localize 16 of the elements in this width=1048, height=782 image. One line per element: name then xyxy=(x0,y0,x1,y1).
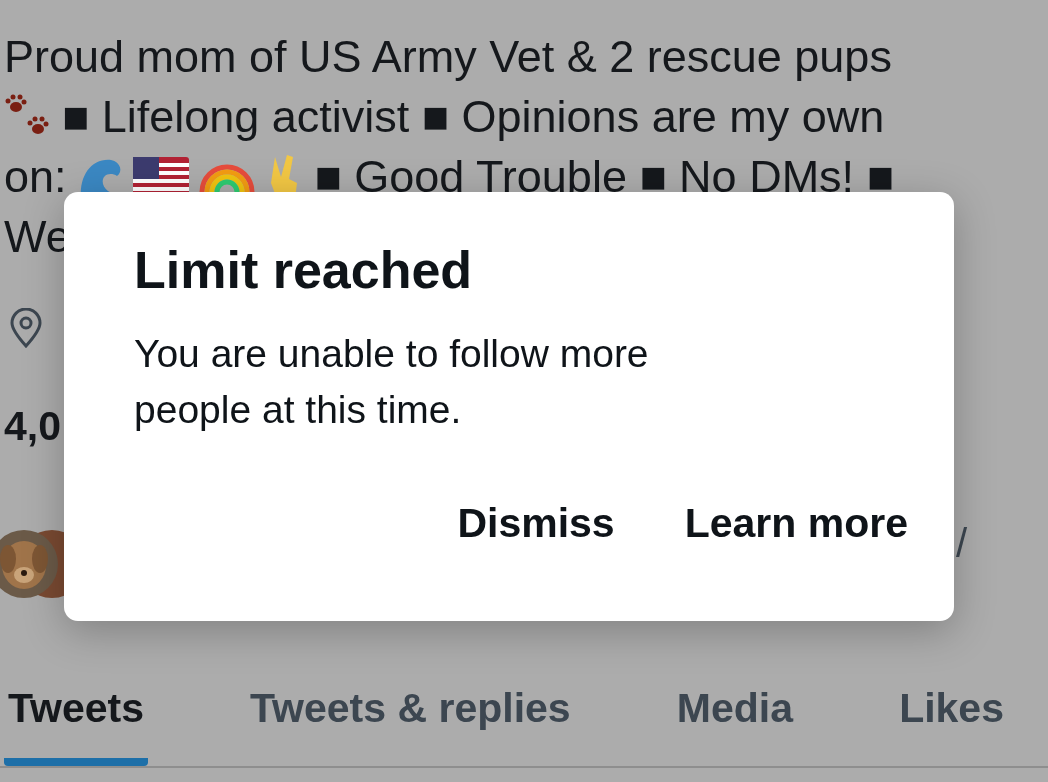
profile-tab[interactable]: Likes xyxy=(895,671,1008,766)
dialog-message: You are unable to follow more people at this time. xyxy=(134,331,650,433)
following-count: 4,0 xyxy=(4,402,61,450)
location-pin-icon xyxy=(9,308,43,348)
bio-text: on: xyxy=(4,151,67,203)
dialog-title: Limit reached xyxy=(134,240,474,300)
bio-text: ■ Good Trouble ■ No DMs! ■ xyxy=(314,151,894,203)
dialog-button[interactable]: Learn more xyxy=(684,500,908,547)
profile-tab[interactable]: Tweets & replies xyxy=(246,671,575,766)
bio-text: ■ Lifelong activist ■ Opinions are my own xyxy=(62,91,885,143)
dialog-button[interactable]: Dismiss xyxy=(457,500,615,547)
bio-text: Proud mom of US Army Vet & 2 rescue pups xyxy=(4,31,892,83)
profile-tab[interactable]: Media xyxy=(672,671,797,766)
rainbow-icon xyxy=(198,162,255,192)
followed-by-text: / xyxy=(956,523,968,563)
profile-tab[interactable]: Tweets xyxy=(4,671,148,766)
